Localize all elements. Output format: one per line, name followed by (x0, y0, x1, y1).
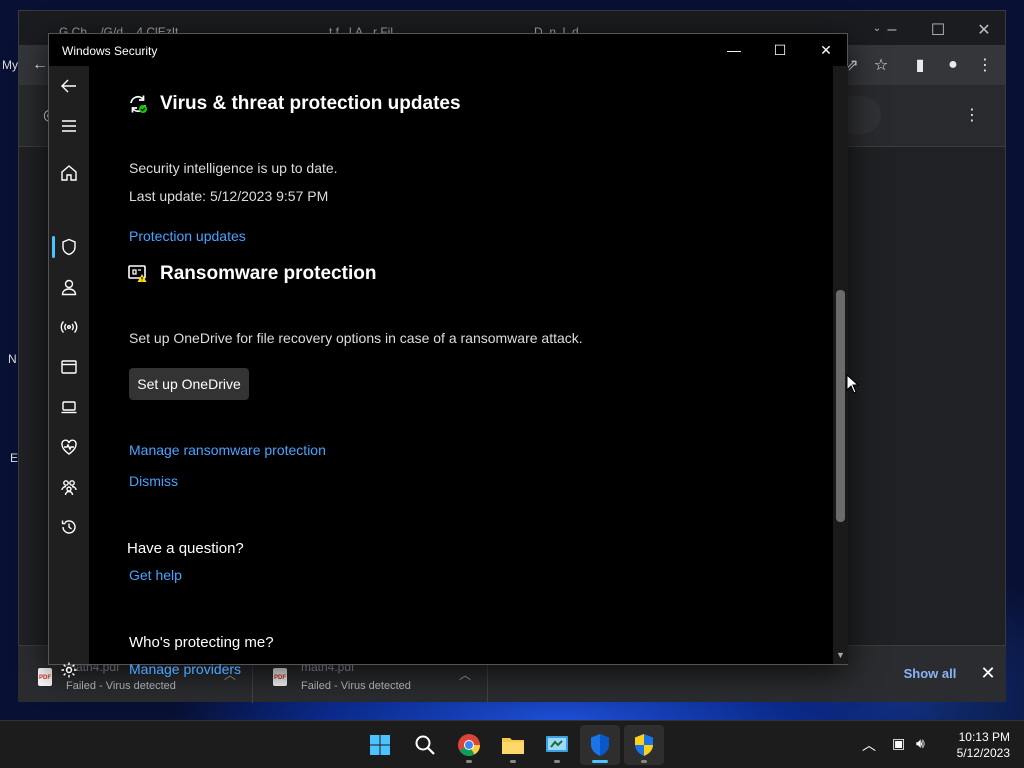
desktop-icon-label[interactable]: My (2, 58, 18, 72)
sidebar-item-device-health[interactable] (49, 427, 89, 467)
history-icon (61, 520, 76, 534)
close-button[interactable]: ✕ (803, 34, 849, 66)
sidebar-item-home[interactable] (49, 153, 89, 193)
taskbar-file-explorer[interactable] (493, 725, 533, 765)
hamburger-menu-button[interactable] (49, 106, 89, 146)
maximize-button[interactable]: ☐ (915, 17, 961, 43)
profile-icon[interactable]: ● (940, 53, 966, 77)
volume-icon[interactable]: 🔊︎ (916, 735, 925, 752)
chevron-up-icon[interactable]: ︿ (459, 666, 471, 683)
ransomware-warning-icon (128, 265, 147, 282)
protection-updates-link[interactable]: Protection updates (129, 228, 246, 244)
sidebar-item-device-security[interactable] (49, 387, 89, 427)
title-bar[interactable]: Windows Security — ☐ ✕ (49, 34, 847, 66)
windows-security-window: Windows Security — ☐ ✕ Virus & threat pr… (48, 33, 848, 678)
search-icon (415, 735, 435, 755)
manage-ransomware-link[interactable]: Manage ransomware protection (129, 442, 326, 458)
security-alert-shield-icon (635, 734, 653, 756)
show-hidden-icons-chevron-icon[interactable]: ︿ (862, 735, 876, 755)
sidebar-item-virus-protection[interactable] (49, 227, 89, 267)
shield-icon (62, 238, 76, 256)
close-button[interactable]: ✕ (961, 17, 1007, 43)
running-indicator (466, 760, 472, 763)
get-help-link[interactable]: Get help (129, 567, 182, 583)
control-panel-icon (546, 736, 568, 752)
network-icon[interactable]: ▣ (892, 735, 905, 752)
folder-icon (502, 738, 524, 754)
main-content: Virus & threat protection updates Securi… (89, 66, 833, 677)
hamburger-icon (62, 120, 76, 132)
close-icon[interactable]: ✕ (976, 660, 1000, 686)
desktop-icon-label[interactable]: N (8, 352, 17, 366)
heart-pulse-icon (61, 439, 77, 455)
mouse-cursor-icon (846, 374, 860, 394)
more-options-icon[interactable]: ⋮ (959, 103, 985, 127)
have-a-question-heading: Have a question? (127, 540, 244, 557)
gear-icon (61, 662, 77, 678)
home-icon (61, 165, 77, 181)
back-button[interactable] (49, 66, 89, 106)
taskbar-windows-security[interactable] (580, 725, 620, 765)
setup-onedrive-button[interactable]: Set up OneDrive (129, 368, 249, 400)
running-indicator (554, 760, 560, 763)
ransomware-description: Set up OneDrive for file recovery option… (129, 330, 583, 346)
maximize-button[interactable]: ☐ (757, 34, 803, 66)
laptop-icon (61, 401, 77, 414)
minimize-button[interactable]: — (711, 34, 757, 66)
taskbar-security-alert[interactable] (624, 725, 664, 765)
refresh-check-icon (130, 95, 147, 113)
vertical-scrollbar[interactable]: ▼ (833, 66, 848, 664)
sidebar-item-settings[interactable] (49, 650, 89, 690)
star-icon[interactable]: ☆ (868, 53, 894, 77)
taskbar-chrome[interactable] (449, 725, 489, 765)
running-indicator (641, 760, 647, 763)
search-button[interactable] (405, 725, 445, 765)
minimize-button[interactable]: – (869, 17, 915, 43)
windows-security-shield-icon (591, 734, 609, 756)
clock-date: 5/12/2023 (956, 746, 1010, 760)
desktop-icon-label[interactable]: E (10, 451, 18, 465)
system-clock[interactable]: 10:13 PM 5/12/2023 (940, 729, 1010, 761)
app-window-icon (61, 360, 77, 374)
chrome-icon (458, 734, 480, 756)
whos-protecting-heading: Who's protecting me? (129, 634, 274, 651)
sidebar-item-protection-history[interactable] (49, 507, 89, 547)
sidebar-item-firewall[interactable] (49, 307, 89, 347)
person-icon (61, 279, 77, 296)
manage-providers-link[interactable]: Manage providers (129, 661, 241, 677)
taskbar: ︿ ▣ 🔊︎ 10:13 PM 5/12/2023 (0, 720, 1024, 768)
sidebar-item-app-browser[interactable] (49, 347, 89, 387)
sidebar (49, 66, 89, 678)
dismiss-link[interactable]: Dismiss (129, 473, 178, 489)
download-status: Failed - Virus detected (301, 680, 411, 692)
taskbar-control-panel[interactable] (537, 725, 577, 765)
updates-status-text: Security intelligence is up to date. (129, 160, 338, 176)
active-indicator (592, 760, 608, 763)
windows-logo-icon (370, 735, 390, 755)
sidebar-item-family-options[interactable] (49, 467, 89, 507)
side-panel-icon[interactable]: ▮ (907, 53, 933, 77)
clock-time: 10:13 PM (958, 730, 1010, 744)
family-icon (61, 480, 77, 496)
menu-dots-icon[interactable]: ⋮ (972, 53, 998, 77)
scroll-down-arrow[interactable]: ▼ (833, 648, 848, 662)
last-update-text: Last update: 5/12/2023 9:57 PM (129, 188, 329, 204)
pdf-file-icon (273, 668, 287, 686)
wifi-antenna-icon (60, 321, 78, 333)
window-title: Windows Security (62, 44, 158, 58)
section-title-updates: Virus & threat protection updates (160, 93, 461, 114)
show-all-button[interactable]: Show all (889, 660, 971, 686)
scrollbar-thumb[interactable] (836, 290, 845, 522)
start-button[interactable] (360, 725, 400, 765)
section-title-ransomware: Ransomware protection (160, 263, 377, 284)
sidebar-item-account-protection[interactable] (49, 267, 89, 307)
back-arrow-icon (61, 79, 76, 93)
running-indicator (510, 760, 516, 763)
